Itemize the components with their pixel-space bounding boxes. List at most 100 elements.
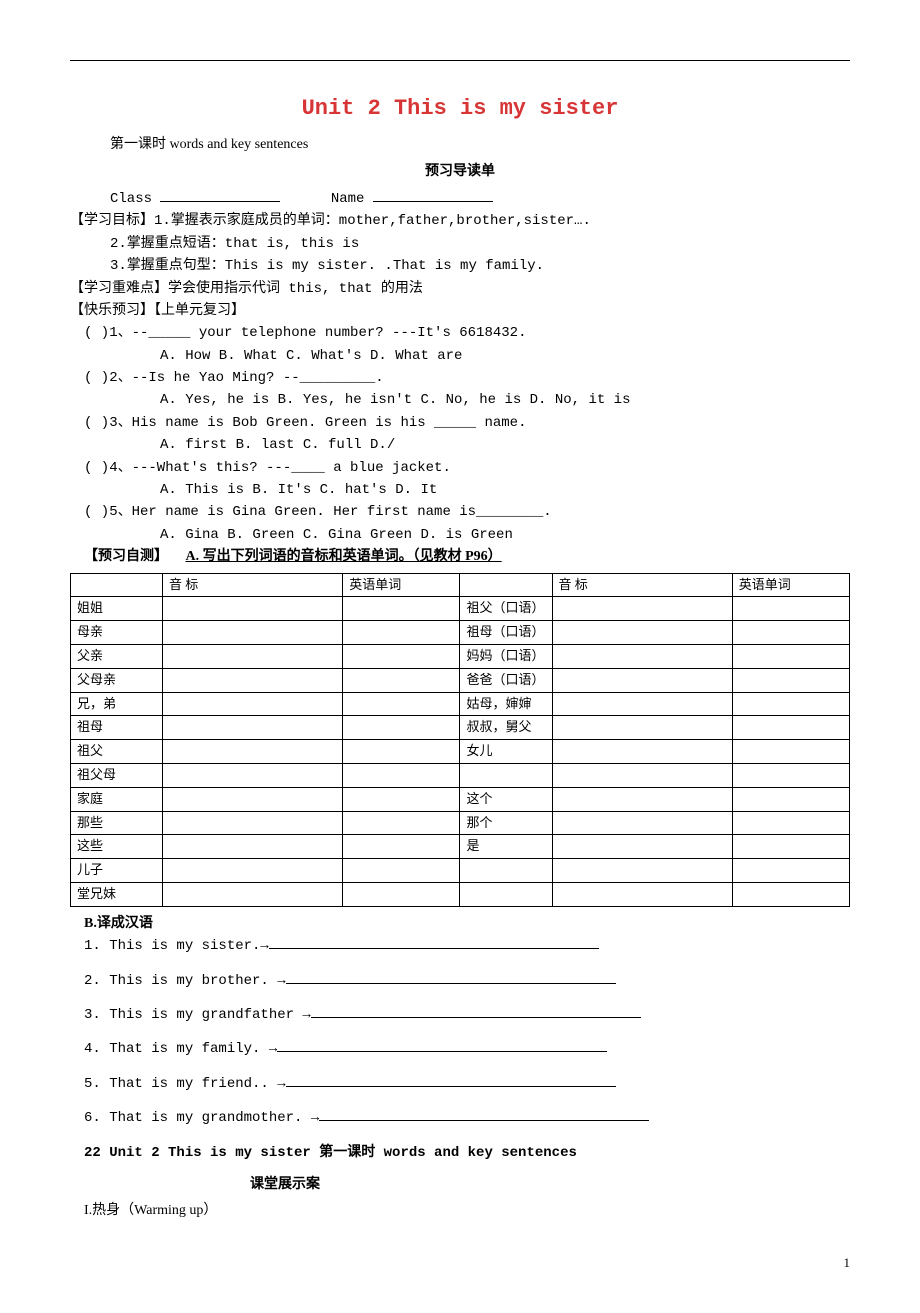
vocab-cell[interactable] — [343, 787, 460, 811]
vocab-cell[interactable] — [732, 645, 849, 669]
header-phonetic-right: 音 标 — [552, 573, 732, 597]
vocab-cell: 母亲 — [71, 621, 163, 645]
review-header: 【快乐预习】【上单元复习】 — [70, 300, 850, 322]
vocab-cell[interactable] — [732, 835, 849, 859]
vocab-cell — [460, 882, 552, 906]
vocab-cell[interactable] — [343, 597, 460, 621]
class-blank[interactable] — [160, 187, 280, 202]
vocab-cell[interactable] — [552, 692, 732, 716]
translate-2: 2. This is my brother. → — [84, 970, 850, 992]
vocab-cell[interactable] — [732, 692, 849, 716]
vocab-cell[interactable] — [732, 787, 849, 811]
vocab-cell[interactable] — [732, 621, 849, 645]
vocab-cell[interactable] — [732, 740, 849, 764]
translate-3-blank[interactable] — [311, 1005, 641, 1018]
vocab-cell[interactable] — [163, 740, 343, 764]
vocab-cell[interactable] — [163, 716, 343, 740]
vocab-cell[interactable] — [732, 882, 849, 906]
vocab-cell[interactable] — [343, 621, 460, 645]
vocab-cell[interactable] — [552, 740, 732, 764]
vocab-cell[interactable] — [343, 811, 460, 835]
vocab-cell: 堂兄妹 — [71, 882, 163, 906]
translate-4-blank[interactable] — [277, 1039, 607, 1052]
vocab-cell[interactable] — [163, 835, 343, 859]
question-2-opts: A. Yes, he is B. Yes, he isn't C. No, he… — [160, 389, 850, 411]
translate-2-blank[interactable] — [286, 971, 616, 984]
vocab-cell[interactable] — [552, 668, 732, 692]
vocab-cell[interactable] — [732, 597, 849, 621]
question-1: ( )1、--_____ your telephone number? ---I… — [84, 322, 850, 344]
vocab-cell[interactable] — [343, 740, 460, 764]
section-b: B.译成汉语 — [84, 913, 850, 935]
vocab-cell: 女儿 — [460, 740, 552, 764]
vocab-cell[interactable] — [163, 645, 343, 669]
vocab-cell[interactable] — [163, 597, 343, 621]
vocab-cell[interactable] — [552, 645, 732, 669]
vocab-cell[interactable] — [163, 668, 343, 692]
vocab-cell[interactable] — [732, 716, 849, 740]
vocab-cell[interactable] — [552, 716, 732, 740]
translate-3-text: 3. This is my grandfather → — [84, 1007, 311, 1023]
vocab-cell: 叔叔，舅父 — [460, 716, 552, 740]
review-label: 【上单元复习】 — [154, 303, 245, 318]
focus-line: 【学习重难点】学会使用指示代词 this, that 的用法 — [70, 278, 850, 300]
vocab-cell: 那个 — [460, 811, 552, 835]
vocab-cell: 是 — [460, 835, 552, 859]
goal-1: 1.掌握表示家庭成员的单词：mother,father,brother,sist… — [154, 213, 591, 229]
vocab-cell[interactable] — [163, 621, 343, 645]
vocab-cell[interactable] — [732, 668, 849, 692]
vocab-cell: 妈妈（口语） — [460, 645, 552, 669]
vocab-cell[interactable] — [552, 763, 732, 787]
vocab-cell[interactable] — [343, 859, 460, 883]
vocab-cell[interactable] — [552, 882, 732, 906]
vocab-cell[interactable] — [163, 811, 343, 835]
translate-1: 1. This is my sister.→ — [84, 935, 850, 957]
question-1-opts: A. How B. What C. What's D. What are — [160, 345, 850, 367]
vocab-cell[interactable] — [343, 645, 460, 669]
vocab-cell[interactable] — [552, 621, 732, 645]
vocab-cell[interactable] — [163, 882, 343, 906]
question-2: ( )2、--Is he Yao Ming? --_________. — [84, 367, 850, 389]
question-3-opts: A. first B. last C. full D./ — [160, 434, 850, 456]
vocab-cell[interactable] — [163, 859, 343, 883]
translate-4-text: 4. That is my family. → — [84, 1041, 277, 1057]
vocab-cell[interactable] — [732, 763, 849, 787]
header-phonetic-left: 音 标 — [163, 573, 343, 597]
name-blank[interactable] — [373, 187, 493, 202]
vocab-cell[interactable] — [343, 882, 460, 906]
vocab-cell[interactable] — [343, 763, 460, 787]
top-rule — [70, 60, 850, 61]
translate-6-blank[interactable] — [319, 1108, 649, 1121]
goals-label: 【学习目标】 — [70, 213, 154, 228]
vocab-cell[interactable] — [552, 787, 732, 811]
vocab-cell: 祖母 — [71, 716, 163, 740]
preview-heading: 预习导读单 — [70, 161, 850, 183]
goals-block: 【学习目标】1.掌握表示家庭成员的单词：mother,father,brothe… — [70, 210, 850, 232]
lesson-subtitle: 第一课时 words and key sentences — [110, 134, 850, 156]
vocab-cell: 祖父 — [71, 740, 163, 764]
vocab-cell[interactable] — [343, 668, 460, 692]
warming-up: I.热身（Warming up） — [84, 1200, 850, 1222]
vocab-cell[interactable] — [732, 811, 849, 835]
translate-1-blank[interactable] — [269, 936, 599, 949]
vocab-cell[interactable] — [552, 835, 732, 859]
vocab-cell[interactable] — [732, 859, 849, 883]
class-name-line: Class Name — [110, 187, 850, 210]
vocab-cell[interactable] — [163, 787, 343, 811]
vocab-cell[interactable] — [163, 763, 343, 787]
focus-label: 【学习重难点】 — [70, 281, 168, 296]
vocab-cell[interactable] — [163, 692, 343, 716]
translate-5-blank[interactable] — [286, 1074, 616, 1087]
vocab-cell: 这些 — [71, 835, 163, 859]
vocab-cell[interactable] — [552, 597, 732, 621]
vocab-cell[interactable] — [343, 835, 460, 859]
header-blank-left — [71, 573, 163, 597]
vocab-cell: 儿子 — [71, 859, 163, 883]
vocab-cell[interactable] — [343, 692, 460, 716]
translate-4: 4. That is my family. → — [84, 1038, 850, 1060]
vocab-cell[interactable] — [343, 716, 460, 740]
self-test-label: 【预习自测】 — [84, 549, 168, 564]
vocab-cell[interactable] — [552, 811, 732, 835]
question-5: ( )5、Her name is Gina Green. Her first n… — [84, 501, 850, 523]
vocab-cell[interactable] — [552, 859, 732, 883]
